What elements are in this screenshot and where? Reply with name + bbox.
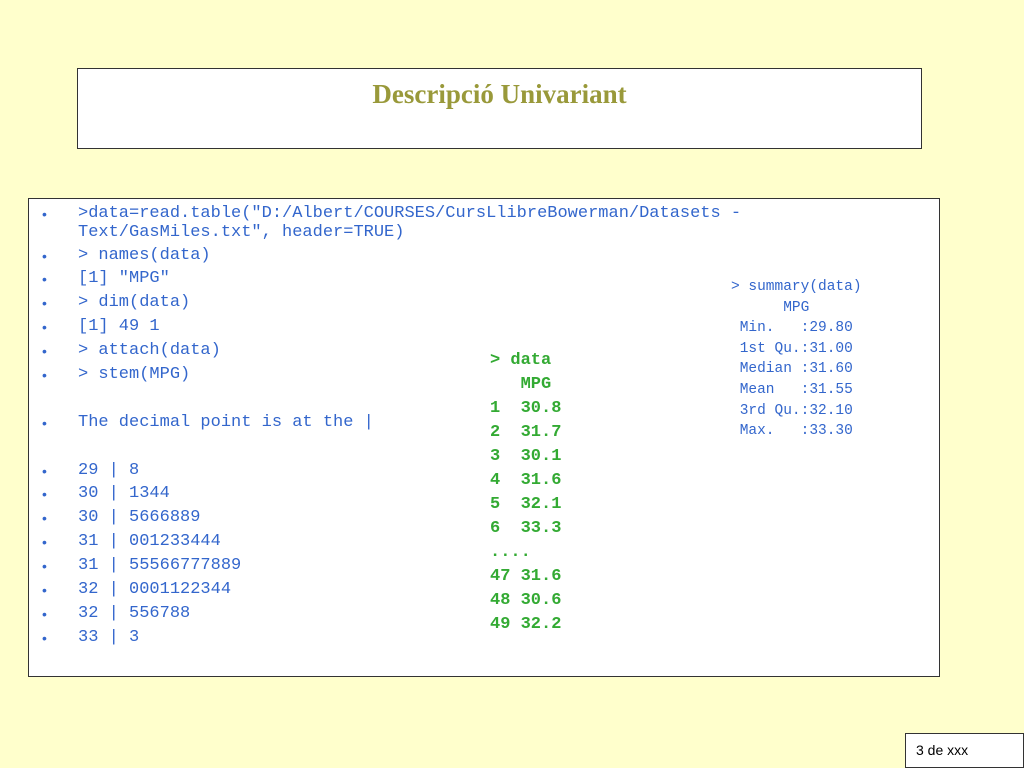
bullet-icon: • [42, 295, 47, 311]
bullet-icon: • [42, 630, 47, 646]
bullet-icon: • [42, 319, 47, 335]
data-listing-column: MPG [490, 375, 552, 394]
data-row-ellipsis: .... [490, 543, 531, 562]
data-listing-header: > data [490, 351, 552, 370]
bullet-icon: • [42, 510, 47, 526]
title-box: Descripció Univariant [77, 68, 922, 149]
bullet-icon: • [42, 606, 47, 622]
summary-row: Mean :31.55 [731, 381, 853, 398]
command-list: • >data=read.table("D:/Albert/COURSES/Cur… [42, 204, 742, 647]
data-row: 48 30.6 [490, 591, 562, 610]
content-box: • >data=read.table("D:/Albert/COURSES/Cur… [28, 198, 940, 677]
bullet-icon: • [42, 271, 47, 287]
summary-row: Median :31.60 [731, 361, 853, 378]
data-row: 4 31.6 [490, 471, 562, 490]
bullet-icon: • [42, 415, 47, 431]
summary-command: > summary(data) [731, 279, 862, 295]
data-row: 49 32.2 [490, 615, 562, 634]
summary-row: Min. :29.80 [731, 320, 853, 337]
data-row: 1 30.8 [490, 399, 562, 418]
bullet-icon: • [42, 486, 47, 502]
bullet-icon: • [42, 463, 47, 479]
bullet-icon: • [42, 248, 47, 264]
slide-title: Descripció Univariant [372, 79, 627, 109]
page-number: 3 de xxx [905, 733, 1024, 768]
bullet-icon: • [42, 558, 47, 574]
data-row: 6 33.3 [490, 519, 562, 538]
bullet-icon: • [42, 582, 47, 598]
data-row: 5 32.1 [490, 495, 562, 514]
data-row: 3 30.1 [490, 447, 562, 466]
data-row: 47 31.6 [490, 567, 562, 586]
bullet-icon: • [42, 534, 47, 550]
summary-output: > summary(data) MPG Min. :29.80 1st Qu.:… [731, 277, 862, 442]
summary-row: Max. :33.30 [731, 423, 853, 440]
summary-row: 3rd Qu.:32.10 [731, 402, 853, 419]
bullet-icon: • [42, 367, 47, 383]
data-listing: > data MPG 1 30.8 2 31.7 3 30.1 4 31.6 5 32.1… [490, 349, 561, 637]
data-row: 2 31.7 [490, 423, 562, 442]
summary-column: MPG [731, 299, 810, 316]
bullet-icon: • [42, 343, 47, 359]
bullet-icon: • [42, 206, 47, 222]
summary-row: 1st Qu.:31.00 [731, 340, 853, 357]
